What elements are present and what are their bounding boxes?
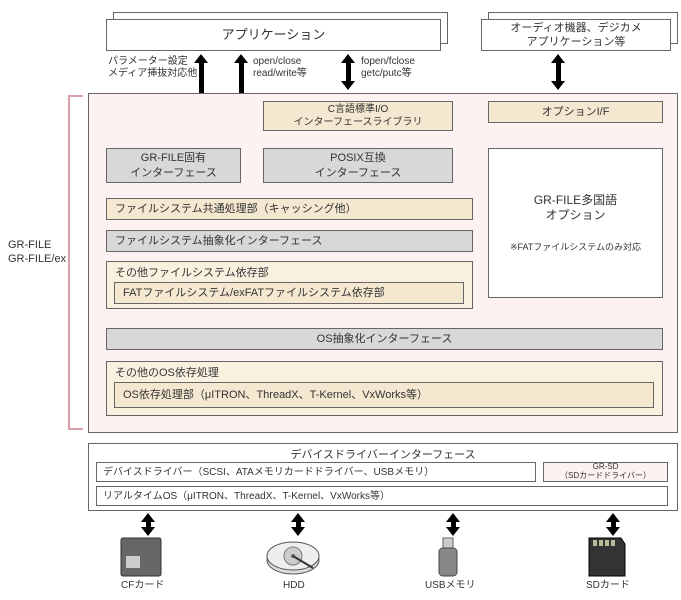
osdep-box: OS依存処理部（μITRON、ThreadX、T-Kernel、VxWorks等… xyxy=(114,382,654,408)
multilang-box: GR-FILE多国語 オプション ※FATファイルシステムのみ対応 xyxy=(488,148,663,298)
otherfs-label: その他ファイルシステム依存部 xyxy=(115,266,269,280)
arrow-cf xyxy=(141,513,155,536)
cache-box: ファイルシステム共通処理部（キャッシング他） xyxy=(106,198,473,220)
sd-label: SDカード xyxy=(586,580,630,592)
usb-icon xyxy=(431,536,465,578)
api-label-open: open/close read/write等 xyxy=(253,56,307,80)
dd-box: デバイスドライバー（SCSI、ATAメモリカードドライバー、USBメモリ） xyxy=(96,462,536,482)
cf-label: CFカード xyxy=(121,580,164,592)
ddi-label: デバイスドライバーインターフェース xyxy=(290,448,475,462)
multilang-note: ※FATファイルシステムのみ対応 xyxy=(510,242,641,254)
arrow-fopen xyxy=(341,54,355,90)
grsd-box: GR-SD （SDカードドライバー） xyxy=(543,462,668,482)
audio-box: オーディオ機器、デジカメ アプリケーション等 xyxy=(481,19,671,51)
side-label: GR-FILE GR-FILE/ex xyxy=(8,238,66,267)
multilang-title: GR-FILE多国語 オプション xyxy=(534,193,617,224)
arrow-audio xyxy=(551,54,565,90)
hdd-icon xyxy=(263,536,323,578)
usb-label: USBメモリ xyxy=(425,580,476,592)
side-bracket xyxy=(68,95,83,430)
arrow-hdd xyxy=(291,513,305,536)
arrow-usb xyxy=(446,513,460,536)
os-abstract-box: OS抽象化インターフェース xyxy=(106,328,663,350)
otheros-label: その他のOS依存処理 xyxy=(115,366,219,380)
cf-card-icon xyxy=(116,536,166,578)
fs-abstract-box: ファイルシステム抽象化インターフェース xyxy=(106,230,473,252)
rtos-box: リアルタイムOS（μITRON、ThreadX、T-Kernel、VxWorks… xyxy=(96,486,668,506)
api-label-param: パラメーター設定 メディア挿抜対応他 xyxy=(108,56,197,80)
app-box: アプリケーション xyxy=(106,19,441,51)
hdd-label: HDD xyxy=(283,580,305,592)
sd-icon xyxy=(583,536,631,578)
fatfs-box: FATファイルシステム/exFATファイルシステム依存部 xyxy=(114,282,464,304)
clib-box: C言語標準I/O インターフェースライブラリ xyxy=(263,101,453,131)
grfile-if-box: GR-FILE固有 インターフェース xyxy=(106,148,241,183)
option-if-box: オプションI/F xyxy=(488,101,663,123)
arrow-sd xyxy=(606,513,620,536)
architecture-diagram: アプリケーション オーディオ機器、デジカメ アプリケーション等 パラメーター設定… xyxy=(8,8,673,592)
api-label-fopen: fopen/fclose getc/putc等 xyxy=(361,56,415,80)
posix-box: POSIX互換 インターフェース xyxy=(263,148,453,183)
